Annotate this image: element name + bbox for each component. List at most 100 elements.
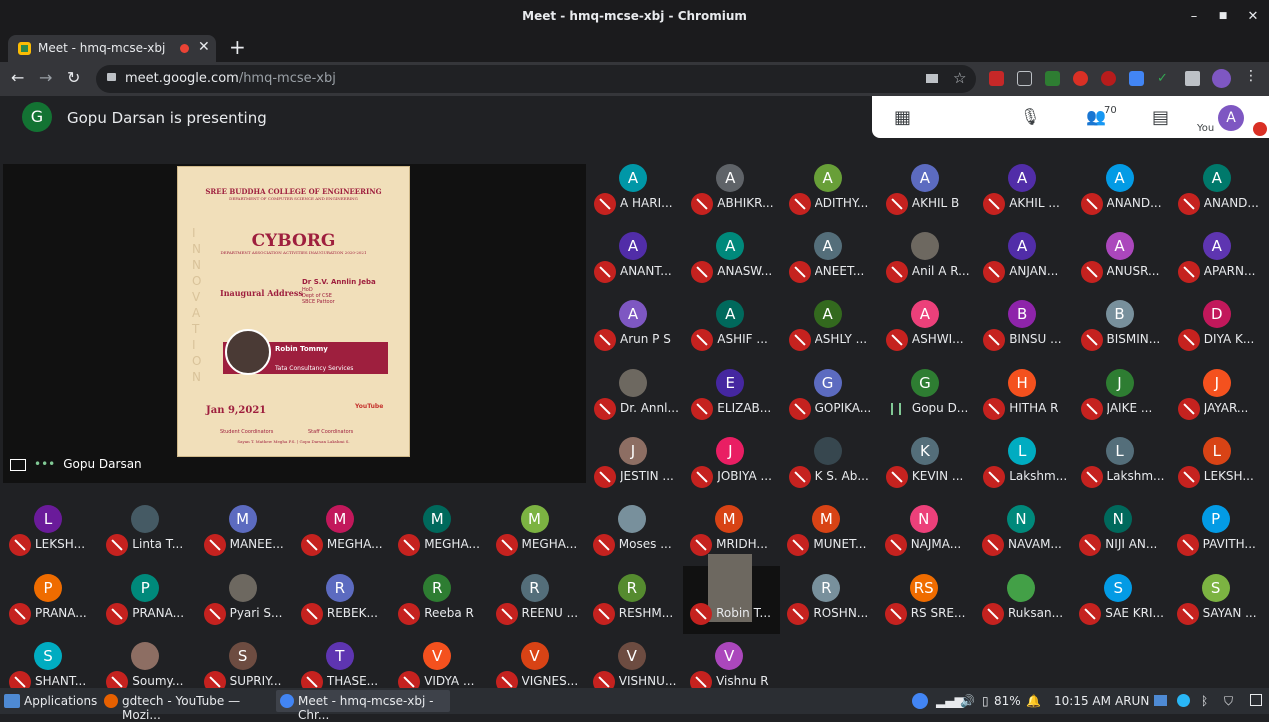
participant-tile[interactable]: A ANJAN... [976,224,1073,292]
participant-tile[interactable]: Linta T... [99,497,196,565]
applications-menu-icon[interactable] [4,694,20,708]
participant-tile[interactable]: N NAJMA... [878,497,975,565]
participant-tile[interactable]: E ELIZAB... [684,361,781,429]
clock[interactable]: 10:15 AM [1054,694,1111,708]
participant-tile[interactable]: M MEGHA... [489,497,586,565]
participant-tile[interactable]: K KEVIN ... [879,429,976,497]
participant-tile[interactable]: A ANAND... [1074,156,1171,224]
taskbar-chromium[interactable]: Meet - hmq-mcse-xbj - Chr... [276,690,450,722]
participant-tile[interactable]: A A HARI... [587,156,684,224]
mic-off-icon[interactable]: 🎙 [1020,107,1040,126]
participant-tile[interactable]: Dr. Annl... [587,361,684,429]
self-avatar[interactable]: A [1218,105,1244,131]
participant-tile[interactable]: Anil A R... [879,224,976,292]
bookmark-star-icon[interactable]: ☆ [953,69,966,87]
participant-tile[interactable]: P PRANA... [2,566,99,634]
back-button[interactable]: ← [11,68,24,88]
participant-tile[interactable]: J JESTIN ... [587,429,684,497]
bluetooth-icon[interactable]: ᛒ [1201,694,1208,708]
participant-tile[interactable]: A Arun P S [587,292,684,360]
participant-tile[interactable]: RS RS SRE... [878,566,975,634]
participant-tile[interactable]: L LEKSH... [2,497,99,565]
participant-tile[interactable]: A ASHWI... [879,292,976,360]
participant-tile[interactable]: G GOPIKA... [782,361,879,429]
participant-tile[interactable]: M MEGHA... [294,497,391,565]
puzzle-icon[interactable] [1185,71,1200,86]
reload-button[interactable]: ↻ [67,68,80,88]
participant-tile[interactable]: R REBEK... [294,566,391,634]
participant-tile[interactable]: P PAVITH... [1170,497,1267,565]
participant-tile[interactable]: A ASHIF ... [684,292,781,360]
check-extension-icon[interactable]: ✓ [1157,71,1172,86]
tab-close-icon[interactable]: ✕ [198,39,210,55]
participant-tile[interactable]: A ANEET... [782,224,879,292]
network-icon[interactable] [1177,694,1190,707]
forward-button[interactable]: → [39,68,52,88]
participant-tile[interactable]: P PRANA... [99,566,196,634]
battery-icon[interactable]: ▯ [982,694,989,708]
participant-tile[interactable]: R RESHM... [586,566,683,634]
tab-meet[interactable]: Meet - hmq-mcse-xbj ✕ [8,35,216,62]
participant-tile[interactable]: L Lakshm... [1074,429,1171,497]
participant-tile[interactable]: N NAVAM... [975,497,1072,565]
participant-tile[interactable]: R Reeba R [391,566,488,634]
participant-tile[interactable]: S SAE KRI... [1072,566,1169,634]
participant-tile[interactable]: N NIJI AN... [1072,497,1169,565]
participant-tile[interactable]: A AKHIL ... [976,156,1073,224]
participant-tile[interactable]: A AKHIL B [879,156,976,224]
keyboard-icon[interactable] [1154,695,1167,706]
participant-tile[interactable]: D DIYA K... [1171,292,1268,360]
participant-tile[interactable]: G Gopu D... [879,361,976,429]
layout-grid-icon[interactable]: ▦ [894,107,911,128]
minimize-icon[interactable]: – [1182,0,1206,33]
close-window-icon[interactable]: ✕ [1241,0,1265,33]
notification-bell-icon[interactable]: 🔔 [1026,694,1041,708]
participant-tile[interactable]: J JAIKE ... [1074,361,1171,429]
profile-avatar[interactable] [1212,69,1231,88]
taskbar-firefox[interactable]: gdtech - YouTube — Mozi... [100,690,272,722]
participant-tile[interactable]: A APARN... [1171,224,1268,292]
participant-tile[interactable]: R REENU ... [489,566,586,634]
volume-icon[interactable]: 🔊 [960,694,975,708]
participant-tile[interactable]: R ROSHN... [780,566,877,634]
participant-tile[interactable]: L LEKSH... [1171,429,1268,497]
extension-icon[interactable] [989,71,1004,86]
participant-tile[interactable]: Ruksan... [975,566,1072,634]
participant-tile[interactable]: J JOBIYA ... [684,429,781,497]
participant-tile[interactable]: Pyari S... [197,566,294,634]
maximize-icon[interactable]: ■ [1211,0,1235,33]
shield-icon[interactable]: ⛉ [1224,694,1233,709]
extension-icon[interactable] [1129,71,1144,86]
participant-tile[interactable]: Moses ... [586,497,683,565]
participant-tile[interactable]: M MANEE... [197,497,294,565]
participant-tile[interactable]: S SAYAN ... [1170,566,1267,634]
participant-tile[interactable]: M MUNET... [780,497,877,565]
participant-tile[interactable]: A ANAND... [1171,156,1268,224]
extension-icon[interactable] [1073,71,1088,86]
show-desktop-icon[interactable] [1250,694,1262,706]
participant-tile[interactable]: A ANUSR... [1074,224,1171,292]
participant-tile[interactable]: A ABHIKR... [684,156,781,224]
participant-tile[interactable]: K S. Ab... [782,429,879,497]
menu-kebab-icon[interactable]: ⋮ [1244,68,1258,84]
participant-tile[interactable]: L Lakshm... [976,429,1073,497]
participant-tile[interactable]: H HITHA R [976,361,1073,429]
participant-tile[interactable]: B BISMIN... [1074,292,1171,360]
participant-tile[interactable]: M MEGHA... [391,497,488,565]
mic-extension-icon[interactable] [1101,71,1116,86]
camera-icon[interactable] [926,74,938,83]
participant-tile[interactable]: A ASHLY ... [782,292,879,360]
chromium-tray-icon[interactable] [912,693,928,709]
participant-tile[interactable]: A ADITHY... [782,156,879,224]
participant-tile[interactable]: A ANASW... [684,224,781,292]
participant-tile[interactable]: A ANANT... [587,224,684,292]
grid-extension-icon[interactable] [1017,71,1032,86]
new-tab-button[interactable]: + [229,35,246,59]
people-icon[interactable]: 👥 [1086,107,1106,126]
address-bar[interactable]: meet.google.com/hmq-mcse-xbj ☆ [96,65,976,93]
sheet-extension-icon[interactable] [1045,71,1060,86]
participant-tile[interactable]: B BINSU ... [976,292,1073,360]
participant-tile[interactable]: Robin T... [683,554,781,634]
user-name[interactable]: ARUN [1115,694,1149,708]
chat-icon[interactable]: ▤ [1152,107,1169,128]
